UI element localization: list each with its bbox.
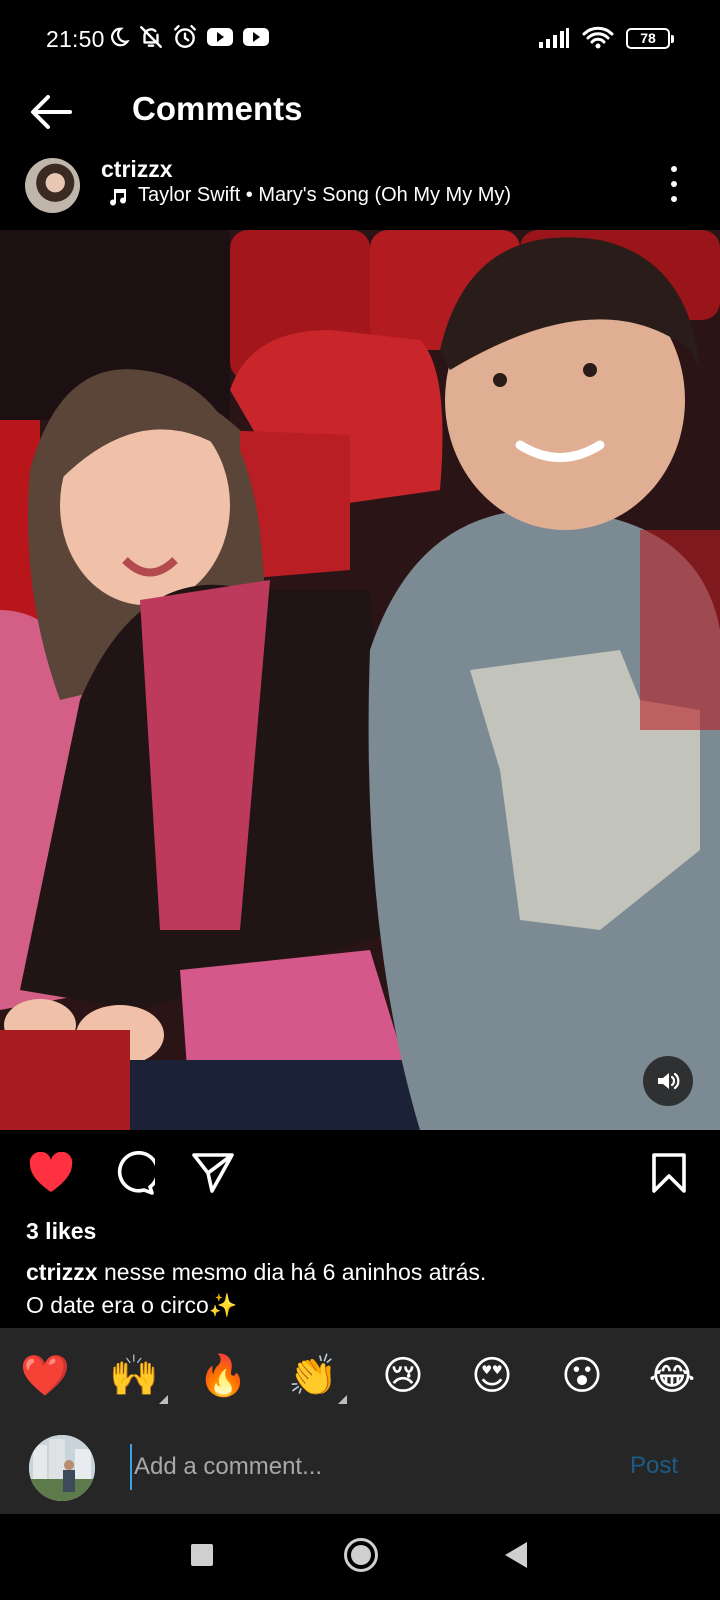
heart-filled-icon <box>29 1152 73 1192</box>
emoji-heart-eyes[interactable]: 😍 <box>466 1350 518 1402</box>
more-options-button[interactable] <box>668 166 680 202</box>
emoji-raised-hands[interactable]: 🙌 <box>108 1350 168 1404</box>
caption-username[interactable]: ctrizzx <box>26 1259 98 1285</box>
post-caption: ctrizzx nesse mesmo dia há 6 aninhos atr… <box>26 1256 686 1322</box>
alarm-icon <box>174 24 196 48</box>
post-comment-button[interactable]: Post <box>630 1452 678 1480</box>
status-system-icons: 78 <box>538 26 674 50</box>
youtube-icon <box>207 28 233 46</box>
mute-toggle-button[interactable] <box>643 1056 693 1106</box>
avatar[interactable] <box>25 158 80 213</box>
dot-icon <box>671 181 677 187</box>
caption-line-1: nesse mesmo dia há 6 aninhos atrás. <box>103 1259 487 1285</box>
skin-tone-caret-icon <box>159 1395 168 1404</box>
emoji-clap-glyph: 👏 <box>288 1354 338 1398</box>
youtube-icon <box>243 28 269 46</box>
emoji-laughing[interactable]: 😂 <box>646 1350 698 1402</box>
volume-icon <box>658 1072 680 1090</box>
post-photo[interactable] <box>0 230 720 1130</box>
home-button[interactable] <box>344 1538 378 1572</box>
status-time: 21:50 <box>46 26 105 52</box>
emoji-heart[interactable]: ❤️ <box>19 1350 71 1402</box>
likes-count[interactable]: 3 likes <box>26 1218 96 1245</box>
battery-level: 78 <box>640 30 656 46</box>
avatar <box>29 1435 95 1501</box>
audio-attribution[interactable]: Taylor Swift • Mary's Song (Oh My My My) <box>108 184 511 207</box>
recents-button[interactable] <box>191 1544 213 1566</box>
send-icon <box>192 1153 234 1193</box>
caption-line-2: O date era o circo✨ <box>26 1292 238 1318</box>
back-button[interactable] <box>28 92 74 132</box>
comment-icon <box>117 1151 155 1195</box>
save-button[interactable] <box>646 1150 692 1196</box>
battery-icon: 78 <box>626 27 674 49</box>
emoji-reaction-bar: ❤️ 🙌 🔥 👏 😢 😍 😮 😂 <box>0 1328 720 1422</box>
emoji-fire[interactable]: 🔥 <box>197 1350 249 1402</box>
music-note-icon <box>110 188 127 206</box>
skin-tone-caret-icon <box>338 1395 347 1404</box>
avatar-illustration <box>29 1435 95 1501</box>
home-icon <box>351 1545 371 1565</box>
arrow-left-icon <box>31 95 72 129</box>
audio-label: Taylor Swift • Mary's Song (Oh My My My) <box>138 184 512 206</box>
emoji-surprised[interactable]: 😮 <box>556 1350 608 1402</box>
status-notification-icons <box>108 24 270 50</box>
emoji-clap[interactable]: 👏 <box>287 1350 347 1404</box>
post-username[interactable]: ctrizzx <box>101 156 173 183</box>
comment-composer: Post <box>0 1422 720 1514</box>
bookmark-icon <box>652 1153 686 1193</box>
post-actions <box>0 1140 720 1204</box>
emoji-raised-hands-glyph: 🙌 <box>109 1354 159 1398</box>
wifi-icon <box>582 26 614 49</box>
dot-icon <box>671 166 677 172</box>
bell-off-icon <box>140 26 162 48</box>
system-nav-bar <box>0 1514 720 1600</box>
nav-back-button[interactable] <box>505 1542 527 1568</box>
comment-input[interactable] <box>130 1444 600 1490</box>
post-author-row: ctrizzx Taylor Swift • Mary's Song (Oh M… <box>0 152 720 226</box>
dot-icon <box>671 196 677 202</box>
comment-button[interactable] <box>110 1150 156 1196</box>
page-title: Comments <box>132 90 303 127</box>
moon-icon <box>111 27 130 47</box>
signal-icon <box>539 28 569 48</box>
status-bar: 21:50 78 <box>0 0 720 78</box>
share-button[interactable] <box>190 1150 236 1196</box>
emoji-crying[interactable]: 😢 <box>377 1350 429 1402</box>
comments-header: Comments <box>0 80 720 144</box>
like-button[interactable] <box>28 1150 74 1196</box>
photo-illustration <box>0 230 720 1130</box>
